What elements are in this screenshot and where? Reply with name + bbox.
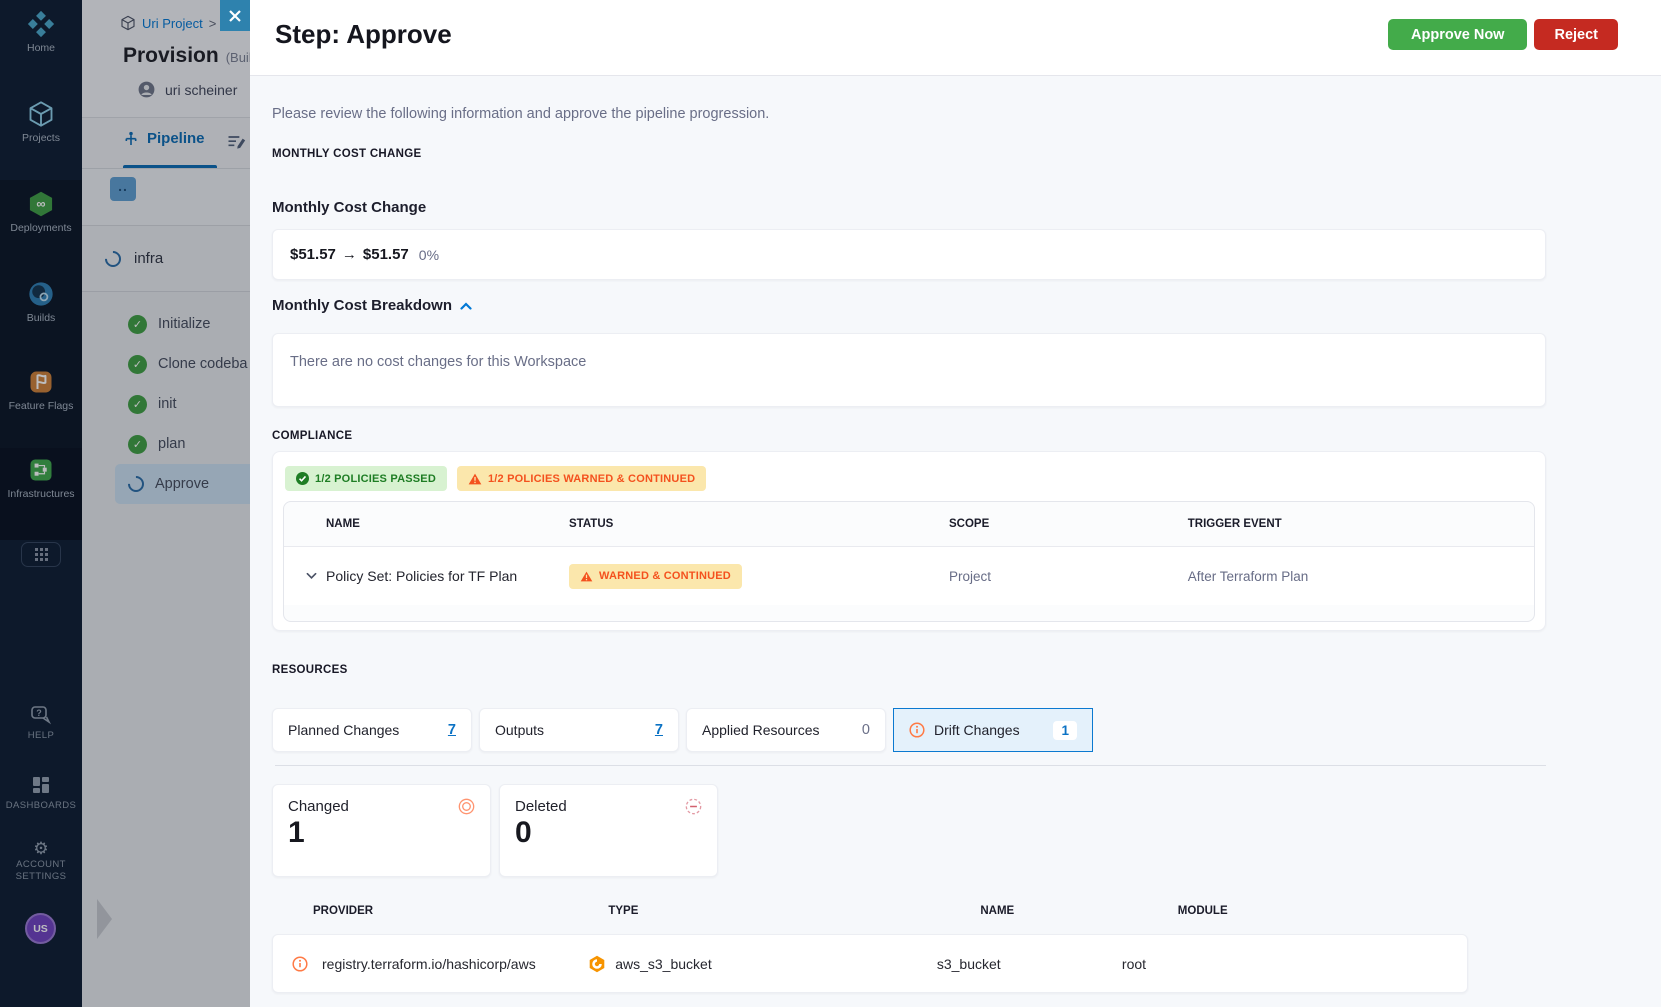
policy-table-row[interactable]: Policy Set: Policies for TF Plan WARNED …: [284, 546, 1534, 605]
approve-step-modal: Step: Approve Approve Now Reject Please …: [250, 0, 1661, 1007]
name-value: s3_bucket: [936, 955, 1001, 972]
modal-backdrop: [0, 0, 250, 1007]
policy-table: NAME STATUS SCOPE TRIGGER EVENT Policy S…: [283, 501, 1535, 622]
drift-resources-table: PROVIDER TYPE NAME MODULE registry.terra…: [272, 901, 1546, 993]
drift-changes-label: Drift Changes: [934, 722, 1020, 738]
info-circle-icon: [909, 722, 925, 738]
type-value: aws_s3_bucket: [615, 955, 712, 972]
cost-breakdown-card: There are no cost changes for this Works…: [272, 333, 1546, 407]
close-button[interactable]: [220, 0, 250, 31]
col-header-type: TYPE: [608, 905, 639, 917]
close-icon: [229, 9, 241, 22]
planned-changes-card[interactable]: Planned Changes 7: [272, 708, 472, 752]
policy-badges: 1/2 POLICIES PASSED 1/2 POLICIES WARNED …: [285, 466, 1535, 491]
modal-body: Please review the following information …: [250, 76, 1661, 1007]
changed-card: Changed 1: [272, 784, 491, 877]
cost-from-value: $51.57: [290, 246, 336, 263]
changed-count: 1: [288, 816, 305, 849]
deleted-card: Deleted 0: [499, 784, 718, 877]
policy-table-header: NAME STATUS SCOPE TRIGGER EVENT: [284, 502, 1534, 546]
policies-passed-label: 1/2 POLICIES PASSED: [315, 472, 436, 485]
cost-breakdown-toggle[interactable]: Monthly Cost Breakdown: [272, 297, 1546, 314]
changed-icon: [458, 798, 475, 815]
policy-trigger-value: After Terraform Plan: [1187, 568, 1309, 584]
policy-scope-value: Project: [949, 568, 992, 584]
approve-now-button[interactable]: Approve Now: [1388, 19, 1528, 50]
policies-warned-badge: 1/2 POLICIES WARNED & CONTINUED: [456, 466, 707, 491]
col-header-provider: PROVIDER: [313, 905, 374, 917]
col-header-name: NAME: [980, 905, 1015, 917]
outputs-label: Outputs: [495, 722, 545, 738]
section-label-compliance: COMPLIANCE: [272, 430, 353, 442]
col-header-name: NAME: [326, 518, 360, 530]
warning-triangle-icon: [580, 571, 593, 581]
chevron-up-icon: [460, 301, 472, 310]
policies-passed-badge: 1/2 POLICIES PASSED: [285, 466, 447, 491]
col-header-trigger-event: TRIGGER EVENT: [1187, 518, 1282, 530]
aws-provider-icon: [589, 955, 605, 972]
outputs-count[interactable]: 7: [655, 722, 663, 738]
app-root: Home Projects ∞ Deployments Builds Featu…: [0, 0, 1661, 1007]
changed-label: Changed: [288, 798, 349, 815]
section-label-cost: MONTHLY COST CHANGE: [272, 148, 422, 160]
col-header-status: STATUS: [569, 518, 614, 530]
cost-arrow: →: [341, 246, 357, 263]
drift-table-header: PROVIDER TYPE NAME MODULE: [272, 901, 1546, 921]
resource-tab-cards: Planned Changes 7 Outputs 7 Applied Reso…: [272, 708, 1546, 752]
policies-warned-label: 1/2 POLICIES WARNED & CONTINUED: [487, 472, 696, 485]
cost-to-value: $51.57: [362, 246, 409, 263]
resources-divider: [275, 765, 1546, 766]
compliance-card: 1/2 POLICIES PASSED 1/2 POLICIES WARNED …: [272, 451, 1546, 631]
drift-changes-card[interactable]: Drift Changes 1: [893, 708, 1093, 752]
col-header-module: MODULE: [1177, 905, 1228, 917]
deleted-icon: [685, 798, 702, 815]
drift-changes-count: 1: [1053, 720, 1077, 740]
provider-value: registry.terraform.io/hashicorp/aws: [322, 955, 536, 972]
check-circle-icon: [296, 472, 309, 485]
modal-title: Step: Approve: [275, 19, 452, 49]
applied-resources-label: Applied Resources: [702, 722, 820, 738]
applied-resources-card[interactable]: Applied Resources 0: [686, 708, 886, 752]
planned-changes-label: Planned Changes: [288, 722, 400, 738]
deleted-count: 0: [515, 816, 532, 849]
modal-header: Step: Approve Approve Now Reject: [250, 0, 1661, 76]
intro-text: Please review the following information …: [272, 106, 770, 122]
section-label-resources: RESOURCES: [272, 664, 348, 676]
policy-set-name: Policy Set: Policies for TF Plan: [326, 568, 518, 584]
policy-status-label: WARNED & CONTINUED: [599, 570, 731, 582]
warning-triangle-icon: [468, 473, 482, 484]
col-header-scope: SCOPE: [949, 518, 990, 530]
module-value: root: [1121, 955, 1147, 972]
reject-button[interactable]: Reject: [1534, 19, 1618, 50]
applied-resources-count: 0: [861, 722, 870, 738]
chevron-down-icon[interactable]: [306, 572, 317, 580]
cost-change-heading: Monthly Cost Change: [272, 199, 427, 216]
cost-change-card: $51.57 → $51.57 0%: [272, 229, 1546, 280]
drift-table-row[interactable]: registry.terraform.io/hashicorp/aws aws_…: [272, 934, 1468, 993]
deleted-label: Deleted: [515, 798, 567, 815]
drift-summary-cards: Changed 1 Deleted 0: [272, 784, 1546, 877]
outputs-card[interactable]: Outputs 7: [479, 708, 679, 752]
cost-percent-value: 0%: [418, 246, 440, 263]
info-circle-icon: [292, 955, 308, 972]
cost-breakdown-heading: Monthly Cost Breakdown: [272, 297, 453, 314]
modal-actions: Approve Now Reject: [1388, 19, 1618, 50]
warned-continued-badge: WARNED & CONTINUED: [569, 563, 742, 589]
planned-changes-count[interactable]: 7: [448, 722, 456, 738]
cost-breakdown-empty-text: There are no cost changes for this Works…: [290, 354, 587, 370]
